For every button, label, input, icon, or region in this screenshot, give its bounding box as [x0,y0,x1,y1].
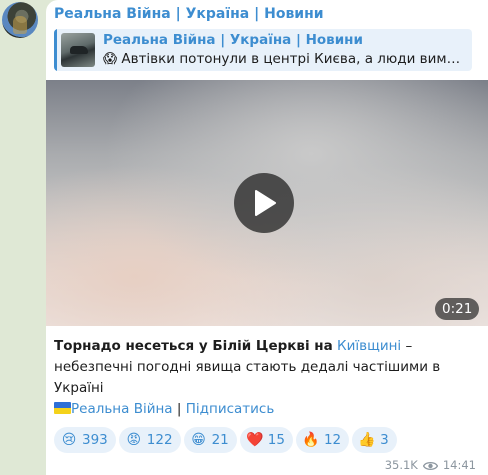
reaction-count: 12 [323,432,342,448]
reaction-cry[interactable]: 😢 393 [54,427,116,453]
grinning-face-icon: 😁 [191,432,206,448]
reaction-count: 3 [380,432,389,448]
video-player[interactable]: 0:21 [46,80,488,326]
reply-thumbnail [61,33,95,67]
reaction-count: 122 [146,432,173,448]
message-caption: Торнадо несеться у Білій Церкві на Київщ… [54,336,482,399]
channel-link[interactable]: Реальна Війна [71,401,173,417]
subscribe-link[interactable]: Підписатись [186,401,275,417]
eye-icon [422,461,439,471]
red-heart-icon: ❤️ [246,432,264,448]
scream-emoji-icon: 😱 [103,51,118,67]
reaction-grin[interactable]: 😁 21 [183,427,237,453]
reaction-count: 15 [267,432,285,448]
channel-avatar[interactable] [2,2,38,38]
message-meta: 35.1K 14:41 [385,458,476,472]
angry-face-icon: 😡 [126,432,142,448]
channel-links: Реальна Війна | Підписатись [54,399,274,420]
reply-preview[interactable]: Реальна Війна | Україна | Новини 😱 Автів… [54,29,472,71]
link-separator: | [176,401,182,417]
caption-link[interactable]: Київщині [337,338,401,354]
crying-face-icon: 😢 [61,432,77,448]
reply-channel-name: Реальна Війна | Україна | Новини [103,32,363,48]
caption-bold-text: Торнадо несеться у Білій Церкві на [54,338,333,354]
reaction-heart[interactable]: ❤️ 15 [239,427,293,453]
reaction-count: 393 [82,432,108,448]
video-duration: 0:21 [435,298,480,320]
reply-text: 😱 Автівки потонули в центрі Києва, а люд… [103,51,465,67]
ukraine-flag-icon [54,402,71,414]
message-time: 14:41 [442,458,476,472]
channel-name[interactable]: Реальна Війна | Україна | Новини [54,6,324,22]
play-icon [255,190,276,216]
view-count: 35.1K [384,458,418,472]
thumbs-up-icon: 👍 [358,432,376,448]
message-bubble: Реальна Війна | Україна | Новини Реальна… [46,0,488,475]
reaction-thumbs-up[interactable]: 👍 3 [352,427,397,453]
reply-accent-bar [54,29,57,71]
reactions-bar: 😢 393 😡 122 😁 21 ❤️ 15 🔥 12 👍 3 [54,427,400,453]
reaction-fire[interactable]: 🔥 12 [295,427,350,453]
play-button[interactable] [234,173,294,233]
reply-text-body: Автівки потонули в центрі Києва, а люди … [121,51,465,67]
fire-icon: 🔥 [302,432,320,448]
reaction-count: 21 [211,432,229,448]
reaction-angry[interactable]: 😡 122 [118,427,181,453]
